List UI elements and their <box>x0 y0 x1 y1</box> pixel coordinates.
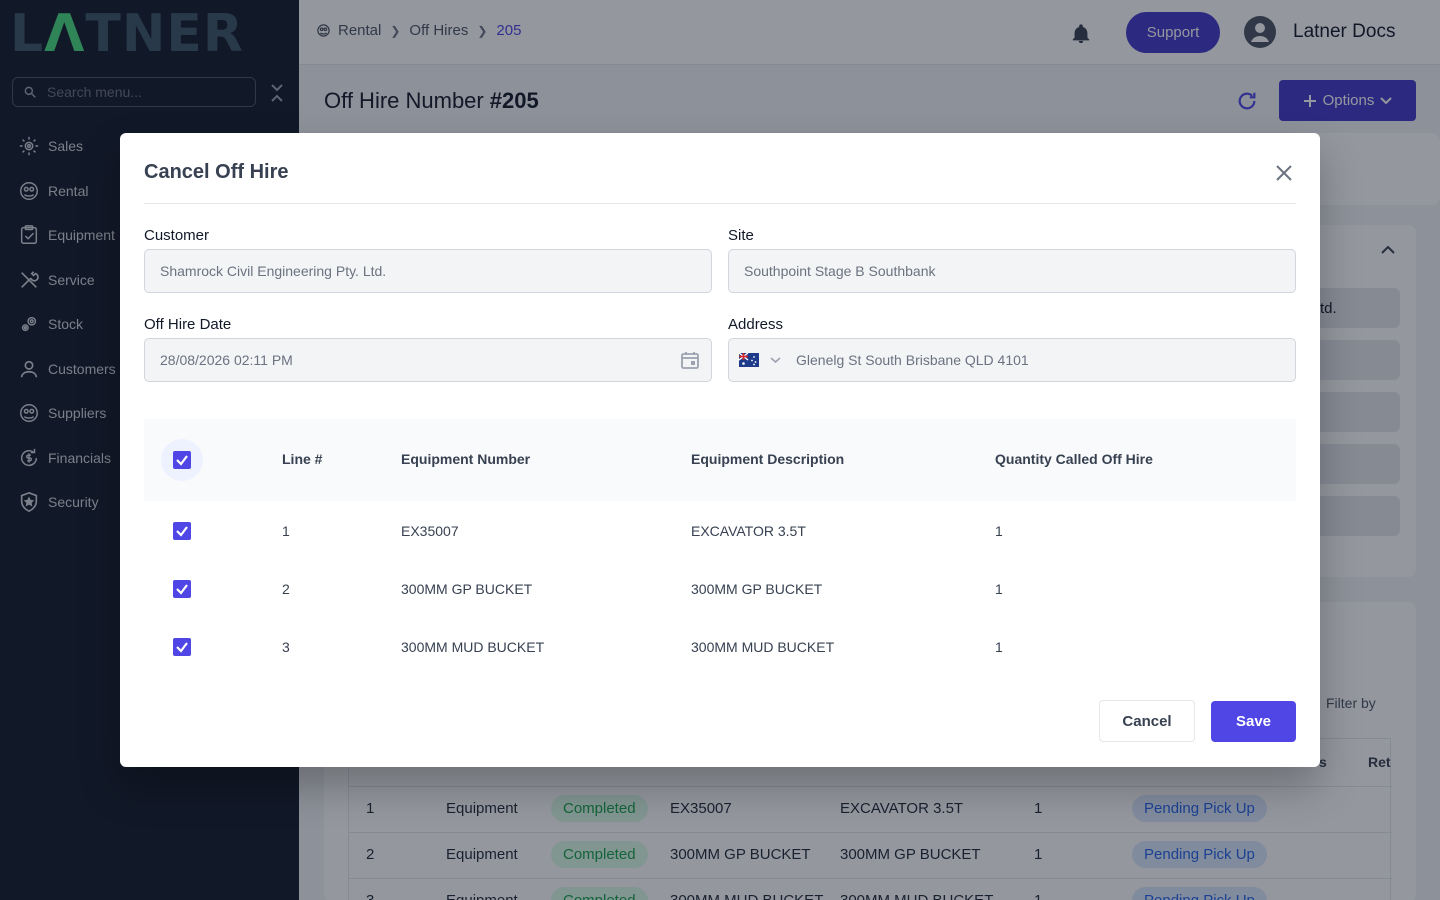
check-icon <box>176 526 188 537</box>
off-hire-date-field: 28/08/2026 02:11 PM <box>144 338 712 382</box>
column-header-line: Line # <box>282 451 323 467</box>
site-label: Site <box>728 227 754 244</box>
column-header-equipment-number: Equipment Number <box>401 451 531 467</box>
divider <box>144 203 1296 204</box>
check-icon <box>176 455 188 466</box>
cancel-button[interactable]: Cancel <box>1099 700 1195 742</box>
save-button[interactable]: Save <box>1211 701 1296 742</box>
customer-field: Shamrock Civil Engineering Pty. Ltd. <box>144 249 712 293</box>
cell-equipment-number: 300MM MUD BUCKET <box>401 639 545 655</box>
cell-line: 3 <box>282 639 290 655</box>
select-all-checkbox[interactable] <box>173 451 191 469</box>
cell-equipment-description: 300MM MUD BUCKET <box>691 639 835 655</box>
site-field: Southpoint Stage B Southbank <box>728 249 1296 293</box>
off-hire-date-label: Off Hire Date <box>144 316 232 333</box>
modal-title: Cancel Off Hire <box>144 161 289 183</box>
cell-equipment-description: EXCAVATOR 3.5T <box>691 523 806 539</box>
australia-flag-icon <box>739 353 759 367</box>
chevron-down-icon[interactable] <box>770 356 781 364</box>
row-checkbox[interactable] <box>173 638 191 656</box>
address-label: Address <box>728 316 784 333</box>
cancel-off-hire-modal: Cancel Off Hire Customer Shamrock Civil … <box>120 133 1320 767</box>
check-icon <box>176 584 188 595</box>
address-field: Glenelg St South Brisbane QLD 4101 <box>728 338 1296 382</box>
column-header-equipment-description: Equipment Description <box>691 451 845 467</box>
cell-line: 2 <box>282 581 290 597</box>
cell-line: 1 <box>282 523 290 539</box>
calendar-icon <box>681 352 699 369</box>
cell-equipment-number: EX35007 <box>401 523 459 539</box>
close-icon[interactable] <box>1274 163 1294 183</box>
column-header-quantity: Quantity Called Off Hire <box>995 451 1153 467</box>
select-all-wrap <box>161 439 203 481</box>
cell-quantity: 1 <box>995 581 1003 597</box>
row-checkbox[interactable] <box>173 522 191 540</box>
cell-equipment-description: 300MM GP BUCKET <box>691 581 823 597</box>
row-checkbox[interactable] <box>173 580 191 598</box>
table-header: Line # Equipment Number Equipment Descri… <box>144 419 1296 501</box>
check-icon <box>176 642 188 653</box>
cell-quantity: 1 <box>995 523 1003 539</box>
customer-label: Customer <box>144 227 210 244</box>
cell-equipment-number: 300MM GP BUCKET <box>401 581 533 597</box>
cell-quantity: 1 <box>995 639 1003 655</box>
